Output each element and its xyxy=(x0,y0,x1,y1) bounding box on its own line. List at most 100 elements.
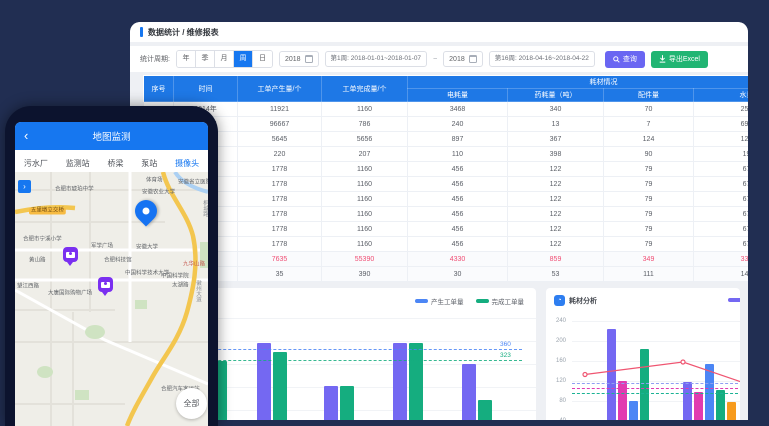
camera-icon xyxy=(101,282,110,288)
table-row: 72020年177811604561227967 xyxy=(144,192,749,207)
bar xyxy=(478,400,492,420)
table-row: 42017年2202071103989019 xyxy=(144,147,749,162)
bar xyxy=(257,343,271,420)
col-group-consumables: 耗材情况 xyxy=(408,76,749,89)
period-option-week[interactable]: 周 xyxy=(234,51,253,67)
trend-line xyxy=(546,288,740,420)
range-separator: ~ xyxy=(433,56,437,63)
tab-sewage-plant[interactable]: 污水厂 xyxy=(24,154,48,169)
tab-label: 摄像头 xyxy=(175,159,199,168)
breadcrumb-bar: 数据统计 / 维修报表 xyxy=(130,22,748,42)
calendar-icon xyxy=(469,55,477,63)
tab-label: 污水厂 xyxy=(24,159,48,168)
search-icon xyxy=(613,56,620,63)
map-canvas[interactable]: › 合肥市琥珀中学体育场安徽农业大学安徽省立医院五里墩立交桥合肥市宁溪小学军学广… xyxy=(15,172,208,426)
back-chevron-icon[interactable]: ‹ xyxy=(24,123,28,149)
table-row: 62019年177811604561227967 xyxy=(144,177,749,192)
tab-camera[interactable]: 摄像头 xyxy=(175,154,199,169)
map-label: 太湖路 xyxy=(172,280,189,288)
period-option-month[interactable]: 月 xyxy=(215,51,234,67)
legend-swatch xyxy=(476,299,489,303)
end-year-select[interactable]: 2018 xyxy=(443,51,483,67)
breadcrumb-accent xyxy=(140,27,143,37)
left-chart-legend: 产生工单量 完成工单量 xyxy=(415,296,524,306)
bar xyxy=(409,343,423,420)
legend-item-created[interactable]: 产生工单量 xyxy=(415,296,464,306)
table-row: 52018年177811604561227967 xyxy=(144,162,749,177)
legend-item-done[interactable]: 完成工单量 xyxy=(476,296,525,306)
app-title: 地图监测 xyxy=(15,129,208,143)
map-label: 望江西路 xyxy=(17,281,39,289)
start-week-input[interactable]: 第1周: 2018-01-01~2018-01-07 xyxy=(325,51,428,67)
export-button-label: 导出Excel xyxy=(669,54,700,64)
map-label: 五里墩立交桥 xyxy=(29,208,66,214)
query-button[interactable]: 查询 xyxy=(605,51,645,68)
table-row: 12014年119211160346834070250 xyxy=(144,102,749,117)
charts-row: 产生工单量 完成工单量 360323 ◔ 耗材分析 24020016012080… xyxy=(130,288,748,420)
tab-pump-station[interactable]: 泵站 xyxy=(141,154,157,169)
average-row: 平均值353903053111140 xyxy=(144,267,749,282)
show-all-button[interactable]: 全部 xyxy=(176,388,207,419)
total-row: 合计7635553904330859349330 xyxy=(144,252,749,267)
tab-monitor-station[interactable]: 监测站 xyxy=(66,154,90,169)
map-label: 军学广场 xyxy=(91,241,113,249)
end-year-value: 2018 xyxy=(449,56,465,63)
map-expand-button[interactable]: › xyxy=(18,180,31,193)
legend-label: 产生工单量 xyxy=(431,296,464,306)
export-excel-button[interactable]: 导出Excel xyxy=(651,51,708,68)
bar xyxy=(393,343,407,420)
start-year-value: 2018 xyxy=(285,56,301,63)
chart-icon: ◔ xyxy=(554,295,565,306)
col-time: 时间 xyxy=(174,76,238,102)
reference-line-label: 360 xyxy=(500,341,511,348)
right-chart-header: ◔ 耗材分析 xyxy=(554,295,597,306)
map-label: 徽州大道 xyxy=(194,280,202,302)
map-label: 安徽农业大学 xyxy=(142,187,175,195)
subcol-chemical: 药耗量（吨） xyxy=(508,89,604,102)
period-segmented-control: 年 季 月 周 日 xyxy=(176,50,273,68)
right-chart-legend-swatch[interactable] xyxy=(728,298,740,302)
legend-swatch xyxy=(415,299,428,303)
dashboard-panel: 数据统计 / 维修报表 统计周期: 年 季 月 周 日 2018 第1周: 20… xyxy=(130,22,748,420)
map-label: 合肥市琥珀中学 xyxy=(55,184,94,192)
map-label: 中国科学院 xyxy=(161,271,189,279)
breadcrumb: 数据统计 / 维修报表 xyxy=(148,27,219,38)
tab-bridge[interactable]: 桥梁 xyxy=(107,154,123,169)
right-chart-title: 耗材分析 xyxy=(569,296,597,306)
report-table: 序号 时间 工单产生量/个 工单完成量/个 耗材情况 电耗量 药耗量（吨） 配件… xyxy=(143,75,748,282)
camera-marker-icon[interactable] xyxy=(98,277,113,292)
period-option-quarter[interactable]: 季 xyxy=(196,51,215,67)
map-label: 九华山路 xyxy=(183,259,205,267)
subcol-parts: 配件量 xyxy=(604,89,694,102)
table-row: 82021年177811604561227967 xyxy=(144,207,749,222)
right-plot: 2402001601208040 xyxy=(546,288,740,420)
camera-icon xyxy=(66,252,75,258)
phone-mockup: ‹ 地图监测 污水厂 监测站 桥梁 泵站 摄像头 xyxy=(5,106,218,426)
subcol-electricity: 电耗量 xyxy=(408,89,508,102)
consumables-chart-card: ◔ 耗材分析 2402001601208040 xyxy=(546,288,740,420)
col-created: 工单产生量/个 xyxy=(238,76,322,102)
period-option-day[interactable]: 日 xyxy=(253,51,272,67)
phone-screen: ‹ 地图监测 污水厂 监测站 桥梁 泵站 摄像头 xyxy=(15,122,208,426)
bar xyxy=(324,386,338,420)
tab-label: 监测站 xyxy=(66,159,90,168)
col-done: 工单完成量/个 xyxy=(322,76,408,102)
map-label: 黄山路 xyxy=(29,255,46,263)
map-label: 合肥市宁溪小学 xyxy=(23,234,62,242)
start-year-select[interactable]: 2018 xyxy=(279,51,319,67)
table-row: 92022年177811604561227967 xyxy=(144,222,749,237)
legend-label: 完成工单量 xyxy=(492,296,525,306)
map-label: 合肥科技馆 xyxy=(104,255,132,263)
end-week-input[interactable]: 第16周: 2018-04-16~2018-04-22 xyxy=(489,51,595,67)
app-header: ‹ 地图监测 xyxy=(15,122,208,150)
table-row: 32016年56455656897367124129 xyxy=(144,132,749,147)
map-label: 桐城路 xyxy=(201,200,208,217)
table-row: 102023年177811604561227967 xyxy=(144,237,749,252)
query-button-label: 查询 xyxy=(623,54,637,64)
period-option-year[interactable]: 年 xyxy=(177,51,196,67)
map-type-tabs: 污水厂 监测站 桥梁 泵站 摄像头 xyxy=(15,150,208,172)
camera-marker-icon[interactable] xyxy=(63,247,78,262)
map-label: 体育场 xyxy=(146,175,163,183)
table-row: 22015年96667786240137690 xyxy=(144,117,749,132)
download-icon xyxy=(659,55,666,63)
